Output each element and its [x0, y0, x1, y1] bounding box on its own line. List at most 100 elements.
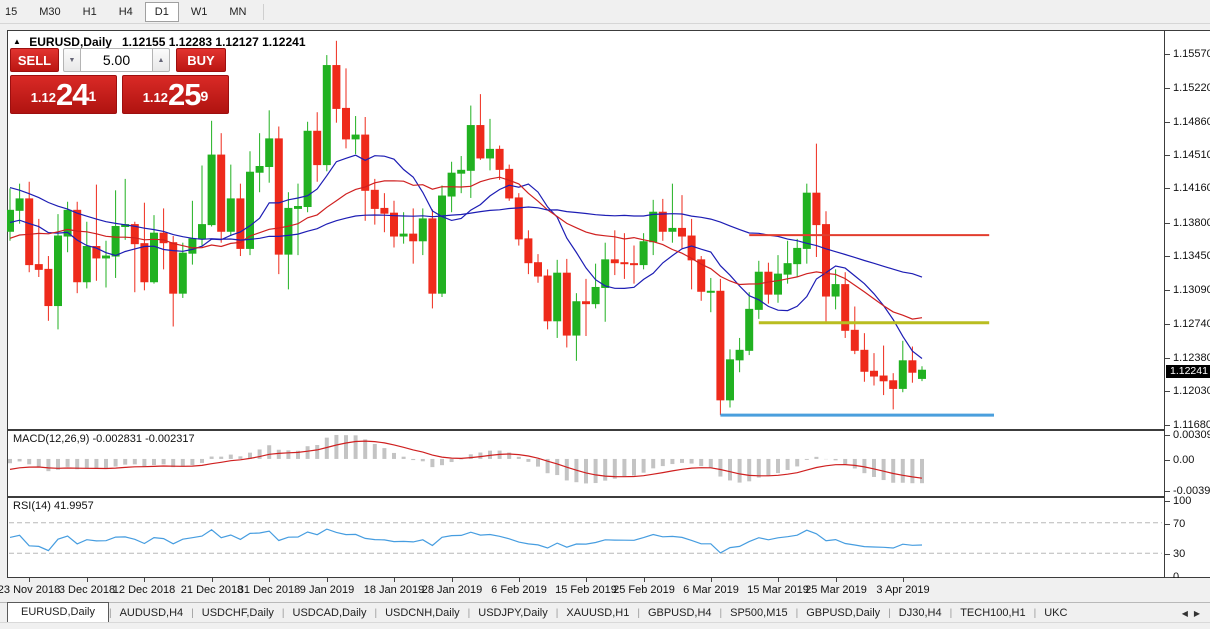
price-tick: 1.14160 [1173, 182, 1210, 194]
rsi-line [10, 529, 922, 553]
date-tick-mark [586, 578, 587, 582]
date-tick: 21 Dec 2018 [181, 584, 243, 596]
candle-body [563, 273, 570, 335]
status-bar [0, 622, 1210, 629]
date-tick: 6 Feb 2019 [491, 584, 547, 596]
sell-price-button[interactable]: 1.12241 [10, 75, 117, 114]
candle-body [525, 239, 532, 263]
candle-body [323, 66, 330, 165]
timeframe-button-M30[interactable]: M30 [29, 2, 70, 22]
date-tick: 12 Dec 2018 [113, 584, 175, 596]
candle-body [506, 169, 513, 198]
volume-decrease-button[interactable]: ▼ [63, 48, 81, 72]
rsi-label: RSI(14) 41.9957 [13, 500, 94, 512]
buy-price-big: 25 [168, 78, 200, 111]
candle-body [621, 263, 628, 264]
chart-tab-gbpusd-daily[interactable]: GBPUSD,Daily [798, 604, 888, 622]
rsi-tick-mark [1165, 524, 1170, 525]
date-tick: 25 Feb 2019 [613, 584, 675, 596]
timeframe-button-W1[interactable]: W1 [181, 2, 218, 22]
timeframe-button-15[interactable]: 15 [0, 2, 27, 22]
price-tick-mark [1165, 155, 1170, 156]
volume-input[interactable] [81, 48, 152, 72]
candle-body [659, 212, 666, 231]
candle-body [458, 170, 465, 173]
sell-button[interactable]: SELL [10, 48, 59, 72]
date-tick-mark [394, 578, 395, 582]
chart-tab-xauusd-h1[interactable]: XAUUSD,H1 [558, 604, 637, 622]
timeframe-button-MN[interactable]: MN [219, 2, 256, 22]
macd-signal-line [10, 441, 922, 478]
current-price-badge: 1.12241 [1166, 365, 1210, 378]
candle-body [467, 126, 474, 171]
candle-body [736, 350, 743, 360]
candle-body [35, 265, 42, 270]
candle-body [496, 149, 503, 169]
chart-tab-gbpusd-h4[interactable]: GBPUSD,H4 [640, 604, 720, 622]
collapse-triangle-icon[interactable]: ▲ [13, 37, 21, 46]
chart-tab-dj30-h4[interactable]: DJ30,H4 [891, 604, 950, 622]
chart-tab-sp500-m15[interactable]: SP500,M15 [722, 604, 795, 622]
date-axis[interactable]: 23 Nov 20183 Dec 201812 Dec 201821 Dec 2… [7, 578, 1210, 602]
macd-tick: 0.003095 [1173, 429, 1210, 441]
price-tick-mark [1165, 324, 1170, 325]
candle-body [755, 272, 762, 309]
price-tick: 1.13800 [1173, 217, 1210, 229]
candle-body [112, 227, 119, 257]
chart-tab-ukc[interactable]: UKC [1036, 604, 1075, 622]
tab-scroll-left-icon[interactable]: ◀ [1182, 609, 1194, 618]
candle-body [602, 260, 609, 288]
buy-button[interactable]: BUY [176, 48, 226, 72]
price-tick: 1.14510 [1173, 149, 1210, 161]
date-tick-mark [29, 578, 30, 582]
buy-price-button[interactable]: 1.12259 [122, 75, 229, 114]
price-tick-mark [1165, 188, 1170, 189]
date-tick: 25 Mar 2019 [805, 584, 867, 596]
candle-body [832, 285, 839, 296]
date-tick-mark [452, 578, 453, 582]
chart-tab-usdcnh-daily[interactable]: USDCNH,Daily [377, 604, 468, 622]
rsi-tick-mark [1165, 501, 1170, 502]
chart-tab-eurusd-daily[interactable]: EURUSD,Daily [7, 602, 109, 622]
rsi-canvas[interactable] [7, 497, 1164, 577]
macd-tick-mark [1165, 435, 1170, 436]
candle-body [707, 291, 714, 292]
sell-price-big: 24 [56, 78, 88, 111]
candle-body [285, 208, 292, 254]
price-tick-mark [1165, 425, 1170, 426]
timeframe-button-H1[interactable]: H1 [73, 2, 107, 22]
candle-body [381, 208, 388, 213]
price-tick: 1.13090 [1173, 284, 1210, 296]
candle-body [679, 228, 686, 236]
price-tick: 1.13450 [1173, 250, 1210, 262]
chart-tab-tech100-h1[interactable]: TECH100,H1 [952, 604, 1033, 622]
price-tick: 1.14860 [1173, 116, 1210, 128]
sell-price-sup: 1 [89, 76, 97, 116]
candle-body [592, 287, 599, 303]
rsi-tick: 100 [1173, 495, 1191, 507]
date-tick-mark [836, 578, 837, 582]
macd-label: MACD(12,26,9) -0.002831 -0.002317 [13, 433, 195, 445]
candle-body [899, 361, 906, 389]
timeframe-button-H4[interactable]: H4 [109, 2, 143, 22]
chart-tab-usdjpy-daily[interactable]: USDJPY,Daily [470, 604, 556, 622]
chart-tab-audusd-h4[interactable]: AUDUSD,H4 [112, 604, 192, 622]
candle-body [448, 173, 455, 196]
price-tick-mark [1165, 122, 1170, 123]
candle-body [439, 196, 446, 293]
volume-increase-button[interactable]: ▲ [152, 48, 170, 72]
chart-symbol: EURUSD,Daily [29, 35, 112, 49]
chart-tab-usdcad-daily[interactable]: USDCAD,Daily [285, 604, 375, 622]
chart-ohlc: 1.12155 1.12283 1.12127 1.12241 [122, 35, 306, 49]
price-tick: 1.15220 [1173, 82, 1210, 94]
candle-body [813, 193, 820, 224]
candle-body [179, 253, 186, 293]
chart-tab-usdchf-daily[interactable]: USDCHF,Daily [194, 604, 282, 622]
tab-scroll-right-icon[interactable]: ▶ [1194, 609, 1206, 618]
price-axis[interactable]: 1.155701.152201.148601.145101.141601.138… [1165, 30, 1210, 578]
candle-body [669, 228, 676, 231]
timeframe-button-D1[interactable]: D1 [145, 2, 179, 22]
chart-title: ▲ EURUSD,Daily 1.12155 1.12283 1.12127 1… [13, 35, 306, 49]
date-tick: 9 Jan 2019 [300, 584, 354, 596]
candle-body [554, 273, 561, 321]
